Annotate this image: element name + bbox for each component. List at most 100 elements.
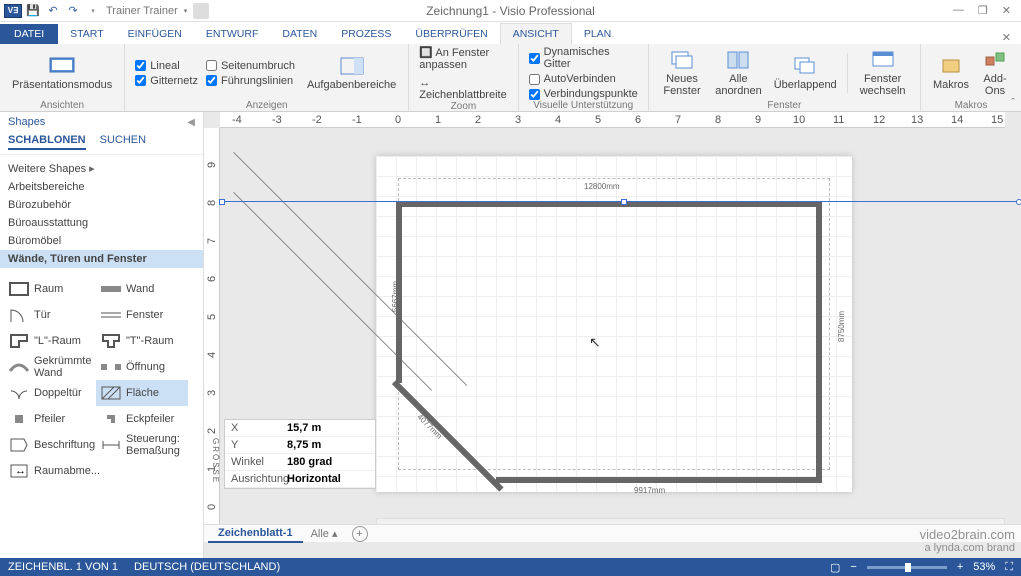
- shape-fenster[interactable]: Fenster: [96, 302, 188, 328]
- neues-fenster-button[interactable]: Neues Fenster: [655, 46, 709, 100]
- save-icon[interactable]: 💾: [24, 2, 42, 20]
- collapse-ribbon-icon[interactable]: ˆ: [1011, 97, 1015, 109]
- restore-icon[interactable]: ❐: [978, 4, 988, 17]
- fit-to-window-icon[interactable]: ⛶: [1005, 561, 1013, 574]
- collapse-pane-icon[interactable]: ◀: [187, 117, 195, 128]
- tab-schablonen[interactable]: SCHABLONEN: [8, 134, 86, 150]
- cat-wande[interactable]: Wände, Türen und Fenster: [0, 250, 203, 268]
- tab-ansicht[interactable]: ANSICHT: [500, 23, 572, 44]
- prop-y-value[interactable]: 8,75 m: [281, 437, 375, 453]
- ribbon-tabs: DATEI START EINFÜGEN ENTWURF DATEN PROZE…: [0, 22, 1021, 44]
- zoom-out-icon[interactable]: −: [850, 561, 856, 573]
- dyn-gitter-checkbox[interactable]: Dynamisches Gitter: [529, 46, 638, 70]
- mouse-cursor-icon: ↖: [589, 334, 601, 351]
- avatar[interactable]: [193, 3, 209, 19]
- undo-icon[interactable]: ↶: [44, 2, 62, 20]
- tab-uberprufen[interactable]: ÜBERPRÜFEN: [403, 24, 499, 44]
- cat-burozubehor[interactable]: Bürozubehör: [0, 196, 203, 214]
- shape-tur[interactable]: Tür: [4, 302, 96, 328]
- room-shape[interactable]: [396, 201, 822, 483]
- shape-flache[interactable]: Fläche: [96, 380, 188, 406]
- prop-x-label: X: [225, 420, 281, 436]
- shape-beschriftung[interactable]: Beschriftung: [4, 432, 96, 458]
- tab-einfugen[interactable]: EINFÜGEN: [116, 24, 194, 44]
- fit-window-button[interactable]: 🔲 An Fenster anpassen: [419, 46, 507, 71]
- ribbon-close-icon[interactable]: ✕: [1002, 31, 1021, 44]
- shapes-pane: Shapes ◀ SCHABLONEN SUCHEN Weitere Shape…: [0, 112, 204, 558]
- minimize-icon[interactable]: —: [953, 4, 964, 17]
- shape-lraum[interactable]: "L"-Raum: [4, 328, 96, 354]
- tab-file[interactable]: DATEI: [0, 24, 58, 44]
- user-dropdown-icon[interactable]: ▾: [184, 7, 188, 15]
- tab-daten[interactable]: DATEN: [270, 24, 329, 44]
- lineal-checkbox[interactable]: Lineal: [135, 60, 198, 72]
- tab-entwurf[interactable]: ENTWURF: [194, 24, 271, 44]
- wall-right[interactable]: [816, 201, 822, 483]
- addons-button[interactable]: Add-Ons: [975, 46, 1015, 100]
- room-icon: [8, 280, 30, 298]
- rotation-handle[interactable]: [1016, 199, 1021, 205]
- label-icon: [8, 436, 30, 454]
- sheet-tab-1[interactable]: Zeichenblatt-1: [208, 525, 303, 543]
- title-bar: V∃ 💾 ↶ ↷ ▾ Zeichnung1 - Visio Profession…: [0, 0, 1021, 22]
- prop-orient-value[interactable]: Horizontal: [281, 471, 375, 487]
- zoom-in-icon[interactable]: +: [957, 561, 963, 573]
- shape-steuerung[interactable]: Steuerung: Bemaßung: [96, 432, 188, 458]
- shape-doppeltur[interactable]: Doppeltür: [4, 380, 96, 406]
- tab-start[interactable]: START: [58, 24, 115, 44]
- selection-handle[interactable]: [219, 199, 225, 205]
- category-list: Weitere Shapes Arbeitsbereiche Bürozubeh…: [0, 155, 203, 272]
- group-makros: Makros Add-Ons Makros: [921, 44, 1021, 111]
- corner-column-icon: [100, 410, 122, 428]
- wall-icon: [100, 280, 122, 298]
- page-width-button[interactable]: ↔ Zeichenblattbreite: [419, 77, 507, 101]
- tab-prozess[interactable]: PROZESS: [329, 24, 403, 44]
- all-sheets-dropdown[interactable]: Alle ▴: [303, 527, 346, 540]
- size-position-window[interactable]: GRÖSSE X15,7 m Y8,75 m Winkel180 grad Au…: [224, 419, 376, 489]
- prop-x-value[interactable]: 15,7 m: [281, 420, 375, 436]
- selection-handle[interactable]: [621, 199, 627, 205]
- redo-icon[interactable]: ↷: [64, 2, 82, 20]
- presentation-mode-button[interactable]: Präsentationsmodus: [6, 46, 118, 100]
- close-icon[interactable]: ✕: [1002, 4, 1011, 17]
- selection-guide[interactable]: [222, 201, 1019, 202]
- cat-arbeitsbereiche[interactable]: Arbeitsbereiche: [0, 178, 203, 196]
- shape-gekrummte[interactable]: Gekrümmte Wand: [4, 354, 96, 380]
- gitternetz-checkbox[interactable]: Gitternetz: [135, 75, 198, 87]
- autoverbinden-checkbox[interactable]: AutoVerbinden: [529, 73, 638, 85]
- tab-plan[interactable]: PLAN: [572, 24, 623, 44]
- tab-suchen[interactable]: SUCHEN: [100, 134, 146, 150]
- shape-wand[interactable]: Wand: [96, 276, 188, 302]
- zoom-slider[interactable]: [867, 566, 947, 569]
- qat-dropdown-icon[interactable]: ▾: [84, 2, 102, 20]
- makros-button[interactable]: Makros: [927, 46, 975, 100]
- add-sheet-button[interactable]: +: [352, 526, 368, 542]
- status-language[interactable]: DEUTSCH (DEUTSCHLAND): [134, 561, 280, 573]
- fuhrungslinien-checkbox[interactable]: Führungslinien: [206, 75, 295, 87]
- alle-anordnen-button[interactable]: Alle anordnen: [709, 46, 767, 100]
- user-area[interactable]: Trainer Trainer ▾: [106, 3, 209, 19]
- cat-buromobel[interactable]: Büromöbel: [0, 232, 203, 250]
- wall-bottom[interactable]: [496, 477, 822, 483]
- wall-diagonal[interactable]: [392, 380, 504, 492]
- status-page[interactable]: ZEICHENBL. 1 VON 1: [8, 561, 118, 573]
- cat-buroausstattung[interactable]: Büroausstattung: [0, 214, 203, 232]
- room-dim-icon: ↔: [8, 462, 30, 480]
- shape-pfeiler[interactable]: Pfeiler: [4, 406, 96, 432]
- prop-angle-value[interactable]: 180 grad: [281, 454, 375, 470]
- zoom-value[interactable]: 53%: [973, 561, 995, 573]
- uberlappend-button[interactable]: Überlappend: [768, 46, 843, 100]
- aufgabenbereiche-button[interactable]: Aufgabenbereiche: [299, 46, 402, 100]
- shape-traum[interactable]: "T"-Raum: [96, 328, 188, 354]
- shape-raumabmessung[interactable]: ↔Raumabme...: [4, 458, 96, 484]
- verbindungspunkte-checkbox[interactable]: Verbindungspunkte: [529, 88, 638, 100]
- seitenumbruch-checkbox[interactable]: Seitenumbruch: [206, 60, 295, 72]
- shape-eckpfeiler[interactable]: Eckpfeiler: [96, 406, 188, 432]
- canvas-area[interactable]: -4-3-2-1 0123 4567 891011 12131415 9876 …: [204, 112, 1021, 558]
- fenster-wechseln-button[interactable]: Fenster wechseln: [851, 46, 914, 100]
- watermark: video2brain.com a lynda.com brand: [920, 527, 1015, 554]
- shape-offnung[interactable]: Öffnung: [96, 354, 188, 380]
- record-macro-icon[interactable]: ▢: [830, 561, 840, 574]
- cat-weitere[interactable]: Weitere Shapes: [0, 159, 203, 178]
- shape-raum[interactable]: Raum: [4, 276, 96, 302]
